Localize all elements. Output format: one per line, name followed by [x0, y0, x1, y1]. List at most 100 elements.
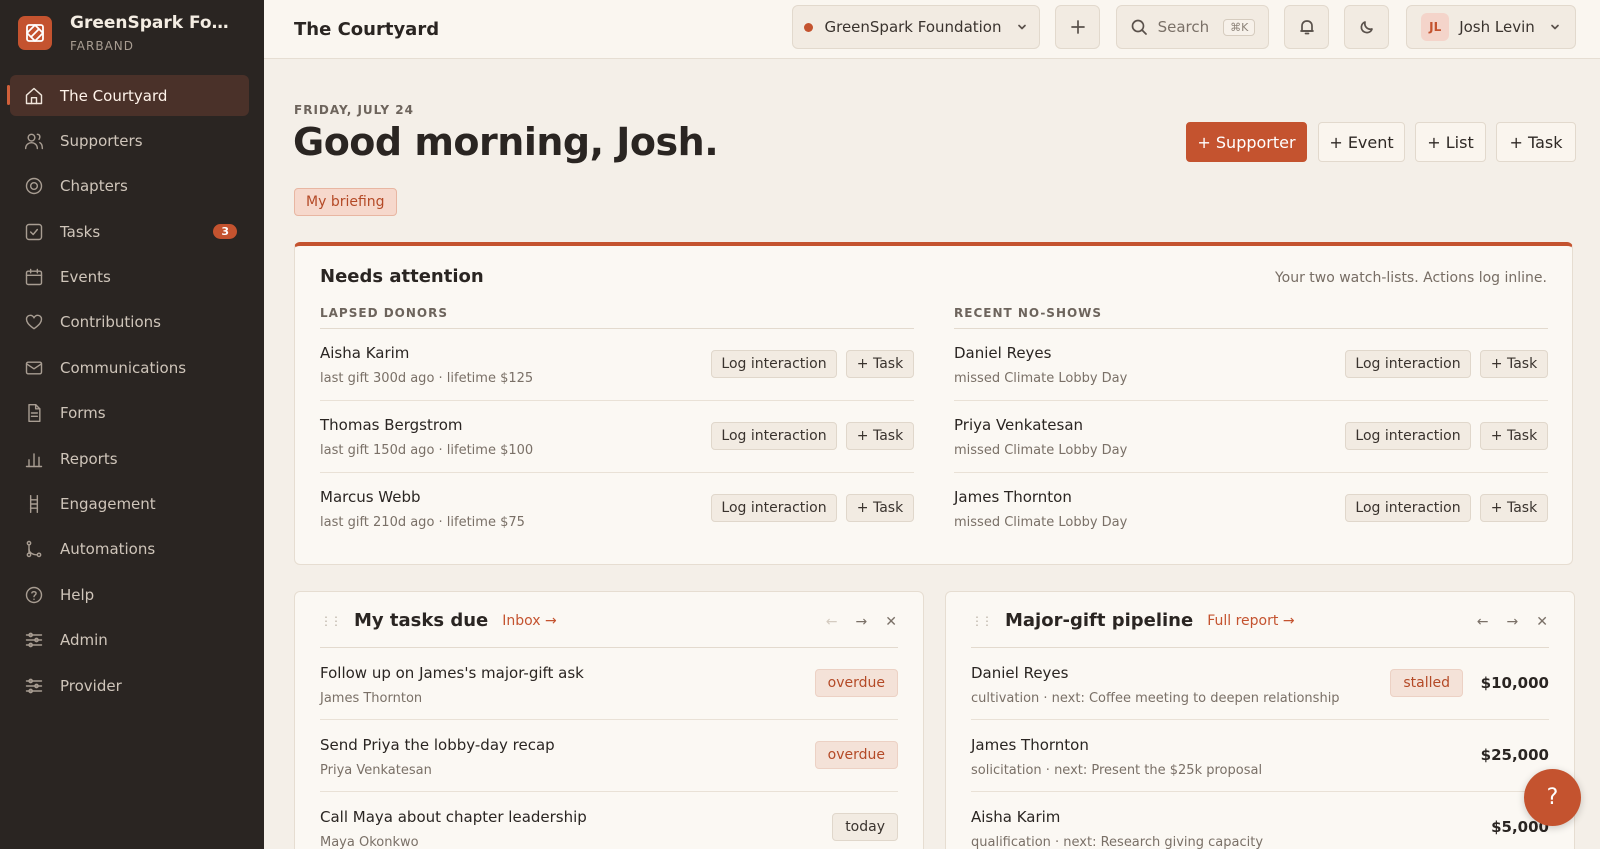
close-icon[interactable]: ✕	[885, 614, 897, 630]
close-icon[interactable]: ✕	[1536, 614, 1548, 630]
help-fab-button[interactable]: ?	[1524, 769, 1581, 826]
notifications-button[interactable]	[1284, 5, 1329, 49]
org-status-dot	[804, 22, 814, 32]
card-note: Your two watch-lists. Actions log inline…	[1274, 270, 1547, 286]
log-interaction-button[interactable]: Log interaction	[1345, 350, 1471, 378]
brand-subtitle: FARBAND	[70, 39, 135, 53]
gift-amount: $10,000	[1480, 674, 1549, 692]
sidebar-item-forms[interactable]: Forms	[10, 393, 249, 434]
sidebar-item-label: Forms	[60, 404, 106, 423]
log-interaction-button[interactable]: Log interaction	[1345, 494, 1471, 522]
sidebar-item-label: Admin	[60, 631, 108, 650]
sidebar-item-label: Reports	[60, 449, 118, 468]
sidebar-item-reports[interactable]: Reports	[10, 438, 249, 479]
task-row[interactable]: Send Priya the lobby-day recap Priya Ven…	[320, 720, 898, 792]
recent-no-shows-list: RECENT NO-SHOWS Daniel Reyes missed Clim…	[954, 306, 1548, 545]
add-task-button[interactable]: + Task	[1480, 422, 1548, 450]
log-interaction-button[interactable]: Log interaction	[711, 350, 837, 378]
list-item: Priya Venkatesan missed Climate Lobby Da…	[954, 401, 1548, 473]
pipeline-row[interactable]: Daniel Reyes cultivation · next: Coffee …	[971, 648, 1549, 720]
log-interaction-button[interactable]: Log interaction	[711, 494, 837, 522]
help-icon	[24, 585, 44, 605]
add-button[interactable]	[1055, 5, 1100, 49]
bell-icon	[1298, 18, 1316, 36]
add-task-button[interactable]: + Task	[846, 494, 914, 522]
sidebar-item-supporters[interactable]: Supporters	[10, 120, 249, 161]
drag-handle-icon[interactable]: ⋮⋮	[320, 614, 342, 628]
log-interaction-button[interactable]: Log interaction	[711, 422, 837, 450]
sidebar-nav: The Courtyard Supporters Chapters Tasks …	[0, 75, 264, 706]
supporter-name[interactable]: James Thornton	[954, 488, 1072, 506]
sidebar-item-label: Tasks	[60, 222, 101, 241]
sidebar-item-provider[interactable]: Provider	[10, 665, 249, 706]
add-task-button[interactable]: + Task	[1480, 350, 1548, 378]
status-badge: today	[832, 813, 898, 841]
task-assignee: Priya Venkatesan	[320, 763, 432, 778]
greeting-heading: Good morning, Josh.	[293, 120, 719, 164]
arrow-left-icon[interactable]: ←	[826, 614, 838, 630]
supporter-name[interactable]: Aisha Karim	[320, 344, 409, 362]
sidebar-item-contributions[interactable]: Contributions	[10, 302, 249, 343]
add-task-button[interactable]: + Task	[846, 350, 914, 378]
brand[interactable]: GreenSpark Foun... FARBAND	[0, 0, 264, 56]
list-heading: LAPSED DONORS	[320, 306, 914, 329]
full-report-link[interactable]: Full report →	[1207, 613, 1294, 629]
task-title: Call Maya about chapter leadership	[320, 808, 587, 826]
add-list-button[interactable]: + List	[1415, 122, 1486, 162]
search-label: Search	[1157, 18, 1210, 36]
search-shortcut: ⌘K	[1223, 18, 1256, 36]
task-row[interactable]: Call Maya about chapter leadership Maya …	[320, 792, 898, 849]
sidebar-item-help[interactable]: Help	[10, 574, 249, 615]
list-item: Daniel Reyes missed Climate Lobby Day Lo…	[954, 329, 1548, 401]
log-interaction-button[interactable]: Log interaction	[1345, 422, 1471, 450]
org-switcher[interactable]: GreenSpark Foundation	[792, 5, 1040, 49]
task-row[interactable]: Follow up on James's major-gift ask Jame…	[320, 648, 898, 720]
arrow-left-icon[interactable]: ←	[1477, 614, 1489, 630]
sidebar-item-communications[interactable]: Communications	[10, 347, 249, 388]
sidebar-item-admin[interactable]: Admin	[10, 620, 249, 661]
task-title: Send Priya the lobby-day recap	[320, 736, 555, 754]
list-item: Thomas Bergstrom last gift 150d ago · li…	[320, 401, 914, 473]
sidebar-item-the-courtyard[interactable]: The Courtyard	[7, 75, 249, 116]
sidebar-item-engagement[interactable]: Engagement	[10, 484, 249, 525]
sidebar-item-chapters[interactable]: Chapters	[10, 166, 249, 207]
bar-chart-icon	[24, 449, 44, 469]
supporter-name[interactable]: Daniel Reyes	[954, 344, 1051, 362]
chevron-down-icon	[1549, 21, 1561, 33]
status-badge: stalled	[1390, 669, 1463, 697]
theme-toggle[interactable]	[1344, 5, 1389, 49]
pipeline-row[interactable]: Aisha Karim qualification · next: Resear…	[971, 792, 1549, 849]
supporter-meta: missed Climate Lobby Day	[954, 371, 1128, 386]
sliders-icon	[24, 676, 44, 696]
sidebar-item-label: Help	[60, 585, 95, 604]
my-briefing-chip[interactable]: My briefing	[294, 188, 397, 216]
add-supporter-button[interactable]: + Supporter	[1186, 122, 1307, 162]
pipeline-row[interactable]: James Thornton solicitation · next: Pres…	[971, 720, 1549, 792]
drag-handle-icon[interactable]: ⋮⋮	[971, 614, 993, 628]
inbox-link[interactable]: Inbox →	[502, 613, 557, 629]
add-task-button[interactable]: + Task	[1496, 122, 1576, 162]
prospect-name: Daniel Reyes	[971, 664, 1069, 682]
supporter-name[interactable]: Marcus Webb	[320, 488, 421, 506]
supporter-name[interactable]: Thomas Bergstrom	[320, 416, 463, 434]
sidebar-item-automations[interactable]: Automations	[10, 529, 249, 570]
supporter-meta: last gift 150d ago · lifetime $100	[320, 443, 534, 458]
supporter-name[interactable]: Priya Venkatesan	[954, 416, 1083, 434]
mail-icon	[24, 358, 44, 378]
page-title: The Courtyard	[294, 18, 440, 40]
arrow-right-icon[interactable]: →	[1507, 614, 1519, 630]
add-task-button[interactable]: + Task	[846, 422, 914, 450]
supporter-meta: missed Climate Lobby Day	[954, 443, 1128, 458]
supporter-meta: last gift 300d ago · lifetime $125	[320, 371, 534, 386]
sidebar-item-label: Supporters	[60, 131, 143, 150]
chevron-down-icon	[1016, 21, 1028, 33]
arrow-right-icon[interactable]: →	[856, 614, 868, 630]
sidebar-item-tasks[interactable]: Tasks 3	[10, 211, 249, 252]
add-task-button[interactable]: + Task	[1480, 494, 1548, 522]
sidebar-item-events[interactable]: Events	[10, 257, 249, 298]
search-button[interactable]: Search ⌘K	[1116, 5, 1269, 49]
add-event-button[interactable]: + Event	[1318, 122, 1405, 162]
my-tasks-widget: ⋮⋮ My tasks due Inbox → ← → ✕ Follow up …	[294, 591, 924, 849]
major-gift-pipeline-widget: ⋮⋮ Major-gift pipeline Full report → ← →…	[945, 591, 1575, 849]
user-menu[interactable]: JL Josh Levin	[1406, 5, 1576, 49]
